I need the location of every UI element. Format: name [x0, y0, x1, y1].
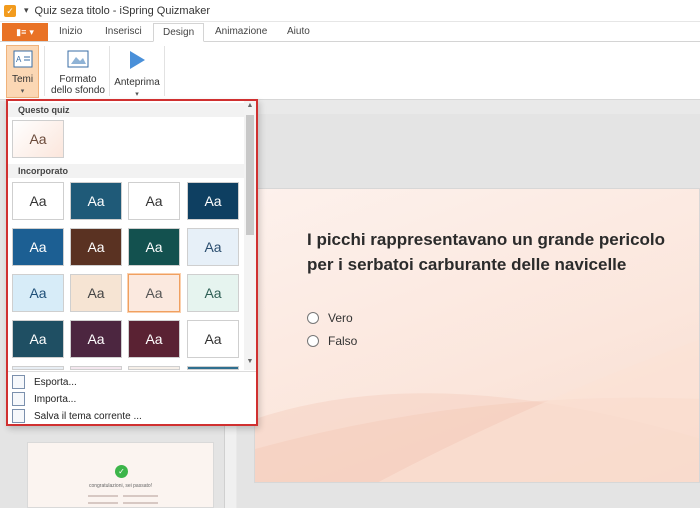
ribbon: A Temi ▾ Formato dello sfondo Anteprima … [0, 42, 700, 100]
export-label: Esporta... [34, 376, 77, 388]
theme-sample-text: Aa [204, 239, 222, 255]
app-logo-icon: ✓ [4, 4, 16, 17]
theme-sample-text: Aa [87, 193, 105, 209]
theme-sample-text: Aa [204, 193, 222, 209]
themes-menu: Esporta... Importa... Salva il tema corr… [8, 371, 256, 424]
theme-swatch[interactable]: Aa [187, 228, 239, 266]
thumbnail-title: congratulazioni, sei passato! [88, 483, 153, 489]
theme-sample-text: Aa [145, 285, 163, 301]
theme-swatch[interactable]: Aa [70, 320, 122, 358]
tab-inizio[interactable]: Inizio [50, 23, 91, 42]
ribbon-separator [44, 46, 45, 96]
save-label: Salva il tema corrente ... [34, 410, 142, 422]
section-header-builtin: Incorporato [8, 164, 244, 178]
themes-scrollbar[interactable]: ▲ ▼ [244, 101, 256, 370]
theme-swatch[interactable]: Aa [12, 182, 64, 220]
chevron-down-icon: ▾ [29, 26, 34, 37]
radio-button[interactable] [307, 312, 319, 324]
chevron-up-icon[interactable]: ▲ [245, 102, 255, 109]
background-format-label-2: dello sfondo [51, 85, 105, 96]
theme-sample-text: Aa [29, 331, 47, 347]
theme-sample-text: Aa [204, 285, 222, 301]
theme-swatch[interactable]: Aa [12, 228, 64, 266]
slide[interactable]: I picchi rappresentavano un grande peric… [254, 188, 700, 483]
theme-swatch-partial[interactable] [187, 366, 239, 370]
themes-icon: A [13, 50, 32, 68]
quick-access-menu-icon[interactable]: ▾ [24, 5, 29, 16]
tab-inserisci[interactable]: Inserisci [96, 23, 151, 42]
slide-thumbnail[interactable]: ✓ congratulazioni, sei passato! [27, 442, 214, 508]
title-bar: ✓ ▾ Quiz seza titolo - iSpring Quizmaker [0, 0, 700, 22]
save-theme-item[interactable]: Salva il tema corrente ... [12, 408, 142, 424]
answer-label: Vero [328, 311, 353, 325]
preview-label: Anteprima [114, 77, 160, 88]
theme-swatch[interactable]: Aa [128, 182, 180, 220]
theme-swatch[interactable]: Aa [128, 320, 180, 358]
save-icon [12, 409, 25, 423]
import-theme-item[interactable]: Importa... [12, 391, 76, 407]
thumbnail-line [123, 495, 158, 497]
answer-option-vero[interactable]: Vero [307, 311, 353, 325]
theme-swatch[interactable]: Aa [12, 274, 64, 312]
themes-button[interactable]: A Temi ▾ [6, 45, 39, 98]
tab-design[interactable]: Design [153, 23, 205, 42]
thumbnail-line [123, 502, 158, 504]
theme-sample-text: Aa [145, 193, 163, 209]
window-title: Quiz seza titolo - iSpring Quizmaker [34, 4, 210, 17]
answer-option-falso[interactable]: Falso [307, 334, 357, 348]
theme-sample-text: Aa [204, 331, 222, 347]
thumbnail-line [88, 495, 118, 497]
ribbon-tabs: ▮≡ ▾ Inizio Inserisci Design Animazione A… [0, 22, 700, 42]
theme-sample-text: Aa [87, 239, 105, 255]
background-format-button[interactable]: Formato dello sfondo [50, 45, 106, 96]
theme-swatch[interactable]: Aa [70, 274, 122, 312]
theme-swatch[interactable]: Aa [187, 182, 239, 220]
theme-current[interactable]: Aa [12, 120, 64, 158]
theme-swatch[interactable]: Aa [12, 320, 64, 358]
svg-text:A: A [16, 55, 22, 64]
theme-sample-text: Aa [29, 239, 47, 255]
radio-button[interactable] [307, 335, 319, 347]
thumbnail-line [88, 502, 118, 504]
theme-swatch[interactable]: Aa [187, 274, 239, 312]
theme-sample-text: Aa [29, 285, 47, 301]
ribbon-separator [164, 46, 165, 96]
theme-swatch[interactable]: Aa [70, 182, 122, 220]
preview-button[interactable]: Anteprima ▾ [113, 45, 161, 100]
theme-sample-text: Aa [87, 331, 105, 347]
theme-swatch-partial[interactable] [128, 366, 180, 370]
theme-sample-text: Aa [145, 331, 163, 347]
theme-swatch[interactable]: Aa [128, 274, 180, 312]
theme-sample-text: Aa [29, 131, 47, 147]
theme-sample-text: Aa [87, 285, 105, 301]
theme-swatch[interactable]: Aa [187, 320, 239, 358]
file-menu-icon: ▮≡ [16, 26, 27, 37]
chevron-down-icon: ▾ [20, 88, 25, 95]
tab-aiuto[interactable]: Aiuto [278, 23, 319, 42]
themes-label: Temi [11, 74, 34, 85]
themes-dropdown: Questo quiz Aa Incorporato Aa Aa Aa Aa Aa Aa A… [6, 99, 258, 426]
theme-swatch-partial[interactable] [12, 366, 64, 370]
play-icon [130, 51, 145, 69]
theme-swatch-partial[interactable] [70, 366, 122, 370]
theme-swatch[interactable]: Aa [128, 228, 180, 266]
question-text[interactable]: I picchi rappresentavano un grande peric… [307, 227, 667, 277]
export-theme-item[interactable]: Esporta... [12, 374, 77, 390]
theme-sample-text: Aa [29, 193, 47, 209]
ribbon-separator [109, 46, 110, 96]
section-header-this-quiz: Questo quiz [8, 103, 244, 117]
file-menu-button[interactable]: ▮≡ ▾ [2, 23, 48, 41]
theme-sample-text: Aa [145, 239, 163, 255]
tab-animazione[interactable]: Animazione [206, 23, 276, 42]
chevron-down-icon[interactable]: ▼ [245, 358, 255, 365]
background-format-icon [67, 50, 89, 68]
theme-swatch[interactable]: Aa [70, 228, 122, 266]
answer-label: Falso [328, 334, 358, 348]
export-icon [12, 375, 25, 389]
import-label: Importa... [34, 393, 77, 405]
import-icon [12, 392, 25, 406]
scrollbar-thumb[interactable] [246, 115, 254, 235]
background-format-label-1: Formato [59, 74, 97, 85]
check-icon: ✓ [115, 465, 128, 478]
